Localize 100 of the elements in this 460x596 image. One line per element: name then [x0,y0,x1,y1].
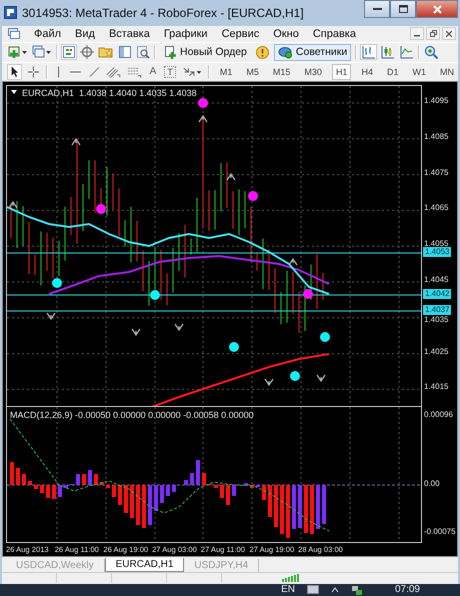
histogram-bar [82,474,86,485]
histogram-bar [94,474,98,485]
language-indicator[interactable]: EN [281,584,295,596]
experts-button[interactable]: Советники [274,44,352,61]
histogram-bar [124,484,128,513]
chevron-marker-icon [198,114,208,123]
chevron-marker-icon [288,258,298,266]
close-button[interactable] [416,0,458,18]
market-watch-icon[interactable] [62,45,76,60]
histogram-bar [166,484,170,496]
histogram-bar [316,484,320,529]
chevron-marker-icon [316,374,326,382]
timeframe-button[interactable]: MN [436,64,458,80]
app-icon [4,6,17,20]
histogram-bar [148,484,152,525]
timeframe-button[interactable]: H4 [357,64,377,80]
histogram-bar [88,470,92,485]
histogram-bar [292,484,296,529]
histogram-bar [220,484,224,498]
histogram-bar [184,480,188,485]
histogram-bar [46,484,50,498]
maximize-icon [398,5,408,13]
crosshair-target-icon[interactable] [80,45,94,60]
signal-dot [229,342,239,352]
channel-lines-icon[interactable] [106,64,121,79]
new-order-button[interactable]: Новый Ордер [160,44,251,61]
histogram-bar [58,484,62,497]
histogram-bar [250,484,254,488]
magnifier-page-icon[interactable] [136,45,150,60]
chevron-marker-icon [264,378,274,386]
menu-item[interactable]: Вид [75,28,95,40]
close-button[interactable] [442,27,456,40]
text-tool-button[interactable]: A [148,66,158,78]
bar-chart-icon[interactable] [361,45,376,60]
text-label-tool-button[interactable]: T [164,66,176,78]
candlestick-icon[interactable] [380,45,396,60]
histogram-bar [136,484,140,525]
minimize-button[interactable] [364,0,390,18]
histogram-bar [196,460,200,485]
connection-bars-icon [282,574,300,582]
folder-star-icon[interactable] [98,45,114,60]
signal-dot [303,288,313,299]
timeframe-button[interactable]: M5 [242,64,263,80]
signal-dot [52,278,62,288]
histogram-bar [76,474,80,485]
price-tick-label: 1.4045 [424,274,448,284]
trend-line-icon[interactable] [88,64,100,79]
signal-dot [198,98,208,108]
crosshair-icon[interactable] [26,64,40,79]
keyboard-icon[interactable] [306,585,319,594]
timeframe-button[interactable]: W1 [408,64,430,80]
network-icon[interactable] [350,584,363,595]
menu-item[interactable]: Файл [34,28,62,40]
histogram-bar [106,484,110,488]
restore-button[interactable] [426,27,440,40]
histogram-bar [40,484,44,493]
menu-item[interactable]: Вставка [108,28,150,40]
histogram-bar [190,472,194,485]
macd-label: MACD(12,26,9) -0.00050 0.00000 0.00000 -0.00058 0.00000 [10,410,254,420]
signal-dot [150,290,160,300]
chevron-marker-icon [8,200,18,209]
chart-window-icon [8,28,20,40]
macd-tick-label: 0.00096 [424,410,453,419]
timeframe-button[interactable]: M30 [300,64,326,80]
order-document-icon [164,46,177,59]
profiles-icon[interactable] [32,45,52,60]
price-tick-label: 1.4055 [424,239,448,248]
chevron-marker-icon [131,328,141,336]
histogram-bar [52,484,56,499]
timeframe-button[interactable]: M15 [268,64,294,80]
histogram-bar [310,484,314,534]
timeframe-button[interactable]: D1 [382,64,402,80]
histogram-bar [64,484,68,488]
dropdown-triangle-icon[interactable] [11,90,17,96]
histogram-bar [112,484,116,497]
new-chart-icon[interactable] [8,45,28,60]
menu-item[interactable]: Графики [164,28,208,40]
histogram-bar [322,484,326,524]
clock-time: 07:09 [394,584,420,596]
window-panel-icon[interactable] [118,45,132,60]
price-marker: 1.4042 [423,288,452,299]
menu-item[interactable]: Окно [273,28,299,40]
menu-item[interactable]: Сервис [222,28,260,40]
line-chart-icon[interactable] [399,45,414,60]
histogram-bar [22,474,26,485]
histogram-bar [214,484,218,488]
maximize-button[interactable] [390,0,416,18]
minimize-button[interactable] [410,27,424,40]
histogram-bar [232,484,236,496]
histogram-bar [298,484,302,528]
zoom-in-icon[interactable] [424,44,440,60]
chevron-marker-icon [71,138,81,146]
price-tick-label: 1.4075 [424,168,448,177]
macd-tick-label: 0.00 [424,478,440,488]
warning-icon[interactable] [254,44,270,60]
menu-item[interactable]: Справка [312,28,356,40]
timeframe-button[interactable]: H1 [332,64,352,80]
timeframe-button[interactable]: M1 [216,64,236,80]
histogram-bar [268,484,272,517]
chart-tab[interactable]: EURCAD,H1 [104,558,184,572]
